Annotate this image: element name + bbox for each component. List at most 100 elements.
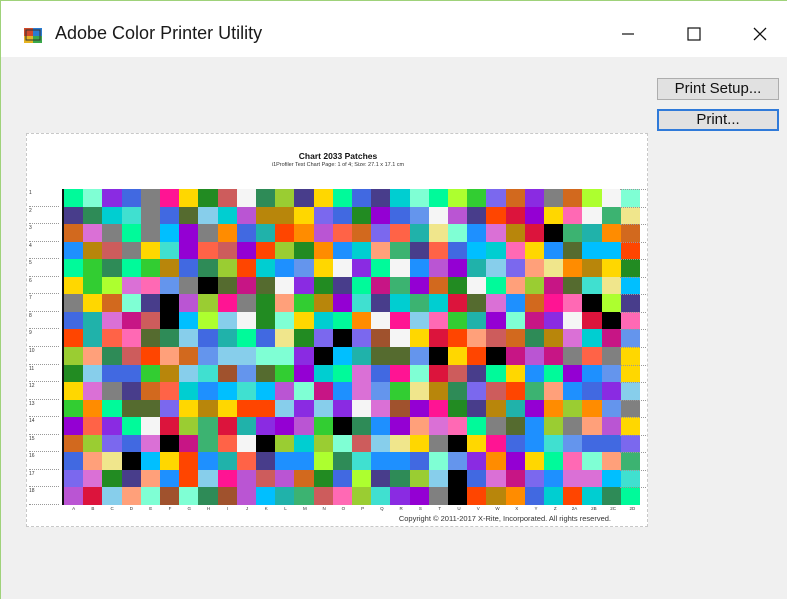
color-patch bbox=[352, 364, 372, 383]
color-patch bbox=[102, 417, 122, 435]
minimize-button[interactable] bbox=[605, 11, 651, 57]
color-patch bbox=[140, 469, 160, 488]
color-patch bbox=[486, 487, 506, 505]
maximize-button[interactable] bbox=[671, 11, 717, 57]
color-patch bbox=[313, 224, 333, 242]
color-patch bbox=[332, 311, 352, 330]
color-patch bbox=[332, 487, 352, 505]
print-setup-button[interactable]: Print Setup... bbox=[657, 78, 779, 100]
color-patch bbox=[313, 189, 333, 207]
color-patch bbox=[563, 206, 583, 225]
color-patch bbox=[486, 417, 506, 435]
color-patch bbox=[160, 364, 180, 383]
color-patch bbox=[409, 189, 429, 207]
color-patch bbox=[64, 382, 84, 400]
color-patch bbox=[179, 206, 199, 225]
color-patch bbox=[544, 399, 564, 418]
color-patch bbox=[198, 206, 218, 225]
color-patch bbox=[352, 259, 372, 277]
color-patch bbox=[217, 311, 237, 330]
color-patch bbox=[371, 311, 391, 330]
color-patch bbox=[390, 434, 410, 453]
color-patch bbox=[544, 469, 564, 488]
color-patch bbox=[524, 364, 544, 383]
color-patch bbox=[371, 452, 391, 470]
color-patch bbox=[83, 329, 103, 347]
color-patch bbox=[83, 434, 103, 453]
color-patch bbox=[140, 224, 160, 242]
color-patch bbox=[428, 452, 448, 470]
color-patch bbox=[467, 487, 487, 505]
row-label: 1 bbox=[29, 189, 59, 207]
color-patch bbox=[371, 417, 391, 435]
color-patch bbox=[505, 346, 525, 365]
column-label: I bbox=[227, 506, 229, 511]
color-patch bbox=[236, 329, 256, 347]
column-label: 2C bbox=[610, 506, 616, 511]
color-patch bbox=[563, 224, 583, 242]
color-patch bbox=[467, 294, 487, 312]
row-tick bbox=[620, 346, 646, 365]
color-patch bbox=[179, 294, 199, 312]
color-patch bbox=[313, 364, 333, 383]
color-patch bbox=[448, 259, 468, 277]
color-patch bbox=[256, 259, 276, 277]
color-patch bbox=[409, 276, 429, 295]
color-patch bbox=[256, 189, 276, 207]
color-patch bbox=[428, 311, 448, 330]
color-patch bbox=[179, 399, 199, 418]
color-patch bbox=[294, 346, 314, 365]
color-patch bbox=[428, 434, 448, 453]
color-patch bbox=[428, 329, 448, 347]
color-patch bbox=[83, 469, 103, 488]
color-patch bbox=[467, 206, 487, 225]
color-patch bbox=[102, 434, 122, 453]
color-patch bbox=[121, 241, 141, 260]
color-patch bbox=[217, 452, 237, 470]
color-patch bbox=[83, 224, 103, 242]
color-patch bbox=[217, 382, 237, 400]
color-patch bbox=[217, 346, 237, 365]
color-patch bbox=[236, 276, 256, 295]
color-patch bbox=[294, 294, 314, 312]
color-patch bbox=[256, 364, 276, 383]
row-label: 8 bbox=[29, 312, 59, 330]
color-patch bbox=[544, 329, 564, 347]
color-patch bbox=[160, 276, 180, 295]
color-patch bbox=[275, 224, 295, 242]
color-patch bbox=[563, 382, 583, 400]
color-patch bbox=[179, 364, 199, 383]
color-patch bbox=[505, 399, 525, 418]
color-patch bbox=[236, 224, 256, 242]
color-patch bbox=[121, 259, 141, 277]
color-patch bbox=[236, 434, 256, 453]
close-icon bbox=[753, 27, 767, 41]
title-bar[interactable]: Adobe Color Printer Utility bbox=[1, 1, 787, 57]
color-patch bbox=[428, 487, 448, 505]
color-patch bbox=[83, 311, 103, 330]
color-patch bbox=[332, 382, 352, 400]
color-patch bbox=[352, 311, 372, 330]
color-patch bbox=[428, 399, 448, 418]
color-patch bbox=[236, 206, 256, 225]
color-patch bbox=[64, 452, 84, 470]
color-patch bbox=[544, 189, 564, 207]
color-patch bbox=[582, 487, 602, 505]
color-patch bbox=[448, 364, 468, 383]
close-button[interactable] bbox=[737, 11, 783, 57]
color-patch bbox=[64, 294, 84, 312]
color-patch bbox=[83, 294, 103, 312]
print-button[interactable]: Print... bbox=[657, 109, 779, 131]
color-patch bbox=[582, 189, 602, 207]
color-patch bbox=[64, 241, 84, 260]
color-patch bbox=[352, 434, 372, 453]
color-patch bbox=[390, 311, 410, 330]
color-patch bbox=[83, 399, 103, 418]
color-patch bbox=[121, 399, 141, 418]
color-patch bbox=[563, 469, 583, 488]
color-patch bbox=[409, 224, 429, 242]
row-tick bbox=[620, 452, 646, 470]
color-patch bbox=[448, 434, 468, 453]
color-patch bbox=[140, 206, 160, 225]
column-label: N bbox=[322, 506, 326, 511]
